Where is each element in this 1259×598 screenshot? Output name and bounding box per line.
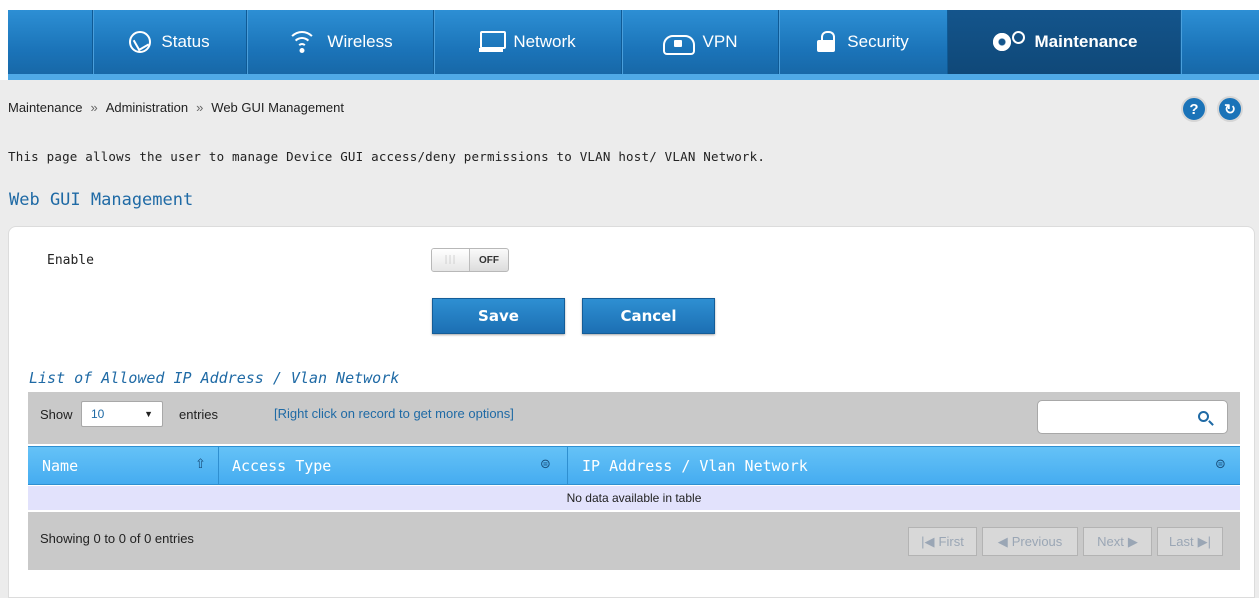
nav-item-security[interactable]: Security [779, 10, 947, 74]
breadcrumb-separator: » [196, 100, 204, 115]
sort-up-icon[interactable]: ⇧ [195, 457, 206, 472]
chevron-down-icon: ▼ [144, 409, 153, 419]
gear-icon [991, 31, 1025, 53]
next-page-button[interactable]: Next ▶ [1083, 527, 1152, 556]
list-title: List of Allowed IP Address / Vlan Networ… [29, 369, 400, 387]
previous-page-label: Previous [1011, 534, 1063, 549]
next-page-label: Next [1097, 534, 1124, 549]
wifi-icon [287, 31, 318, 53]
refresh-icon: ↻ [1224, 100, 1236, 117]
help-button[interactable]: ? [1181, 96, 1207, 122]
enable-label: Enable [47, 253, 94, 268]
nav-item-vpn[interactable]: VPN [622, 10, 778, 74]
column-separator [567, 446, 568, 485]
monitor-icon [479, 31, 507, 53]
show-label: Show [40, 407, 73, 422]
toggle-state: OFF [479, 254, 499, 266]
nav-item-status[interactable]: Status [93, 10, 246, 74]
nav-item-network[interactable]: Network [434, 10, 621, 74]
first-page-icon: |◀ [921, 533, 935, 549]
sort-icon[interactable]: ⊜ [1215, 457, 1226, 472]
breadcrumb-item-maintenance[interactable]: Maintenance [8, 100, 82, 115]
lock-icon [817, 31, 837, 53]
page-size-select[interactable]: 10 ▼ [81, 401, 163, 427]
previous-page-icon: ◀ [997, 533, 1008, 549]
search-icon[interactable] [1198, 411, 1209, 422]
nav-separator [1180, 10, 1181, 74]
nav-item-label: Wireless [327, 32, 393, 51]
column-header-access-type[interactable]: Access Type [232, 446, 331, 485]
next-page-icon: ▶ [1127, 533, 1138, 549]
first-page-button[interactable]: |◀ First [908, 527, 977, 556]
nav-item-label: VPN [702, 32, 738, 51]
enable-toggle[interactable]: ||| OFF [431, 248, 509, 272]
nav-item-label: Network [513, 32, 576, 51]
page-description: This page allows the user to manage Devi… [8, 149, 766, 164]
nav-item-label: Status [161, 32, 210, 51]
sort-icon[interactable]: ⊜ [540, 457, 551, 472]
column-header-name[interactable]: Name [42, 446, 78, 485]
breadcrumb-item-current: Web GUI Management [211, 100, 345, 115]
last-page-label: Last [1169, 534, 1194, 549]
empty-table-row: No data available in table [28, 486, 1240, 510]
cancel-button[interactable]: Cancel [582, 298, 715, 334]
breadcrumb-item-administration[interactable]: Administration [106, 100, 188, 115]
last-page-button[interactable]: Last ▶| [1157, 527, 1223, 556]
nav-item-wireless[interactable]: Wireless [247, 10, 433, 74]
save-button[interactable]: Save [432, 298, 565, 334]
previous-page-button[interactable]: ◀ Previous [982, 527, 1078, 556]
context-hint: [Right click on record to get more optio… [274, 406, 514, 421]
toggle-knob: ||| [432, 249, 470, 271]
nav-item-label: Maintenance [1034, 32, 1138, 51]
dashboard-icon [129, 31, 152, 53]
help-icon: ? [1189, 100, 1199, 118]
entries-label: entries [179, 407, 219, 422]
breadcrumb-separator: » [90, 100, 98, 115]
last-page-icon: ▶| [1197, 533, 1211, 549]
section-title: Web GUI Management [9, 190, 194, 210]
nav-item-label: Security [847, 32, 909, 51]
refresh-button[interactable]: ↻ [1217, 96, 1243, 122]
nav-item-maintenance[interactable]: Maintenance [948, 10, 1180, 74]
column-separator [218, 446, 219, 485]
table-info: Showing 0 to 0 of 0 entries [40, 531, 194, 546]
breadcrumb: Maintenance » Administration » Web GUI Manag… [8, 100, 344, 115]
first-page-label: First [938, 534, 964, 549]
cloud-lock-icon [662, 31, 695, 55]
column-header-ip-address[interactable]: IP Address / Vlan Network [582, 446, 808, 485]
page-size-value: 10 [91, 407, 105, 421]
